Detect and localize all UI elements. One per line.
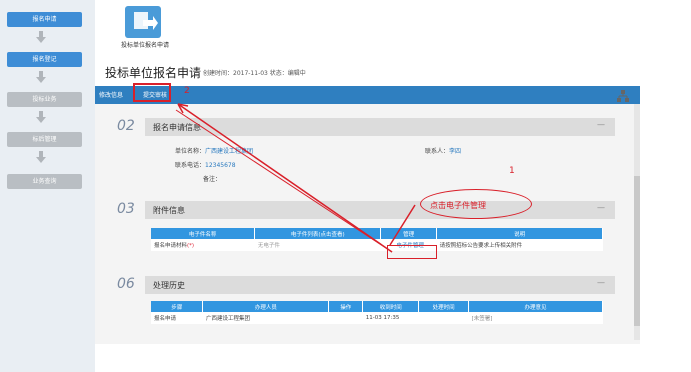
collapse-icon[interactable]: — [597,120,605,129]
section-title: 附件信息 [153,206,185,215]
section-title: 处理历史 [153,281,185,290]
section-number: 03 [117,201,135,217]
arrow-down-icon [36,71,46,83]
column-header: 电子件列表(点击查看) [254,228,382,239]
arrow-down-icon [36,111,46,123]
attachment-description: 请按照招标公告要求上传相关附件 [436,239,603,251]
apply-icon-label: 投标单位报名申请 [121,42,170,49]
step-register[interactable]: 报名登记 [7,52,82,67]
step-query[interactable]: 业务查询 [7,174,82,189]
column-header: 电子件名称 [151,228,256,239]
edit-info-button[interactable]: 修改信息 [99,90,123,99]
collapse-icon[interactable]: — [597,203,605,212]
section-title: 报名申请信息 [153,123,201,132]
attachment-name: 报名申请材料 [154,243,188,249]
history-step: 报名申请 [151,312,203,324]
annotation-number-1: 1 [509,166,515,176]
section-header-history: 处理历史 — [145,276,615,294]
column-header: 管理 [380,228,438,239]
column-header: 说明 [436,228,603,239]
toolbar: 修改信息 提交审核 [95,86,640,104]
step-post-bid[interactable]: 标后管理 [7,132,82,147]
page-title: 投标单位报名申请 [105,66,202,80]
org-chart-icon[interactable] [616,88,630,102]
table-row: 报名申请材料(*) 无电子件 电子件管理 请按照招标公告要求上传相关附件 [151,239,603,251]
annotation-submit-box [133,83,171,102]
history-opinion: [未签署] [468,312,603,324]
step-apply[interactable]: 报名申请 [7,12,82,27]
history-processed-time [418,312,469,324]
section-header-apply: 报名申请信息 — [145,118,615,136]
contact-field: 联系人：李四 [425,148,462,155]
history-operation [328,312,363,324]
required-mark: (*) [187,243,195,249]
arrow-down-icon [36,151,46,163]
column-header: 操作 [328,301,364,312]
main-panel: 投标单位报名申请 投标单位报名申请 创建时间：2017-11-03 状态：编辑中… [95,0,691,372]
history-table: 步骤 办理人员 操作 收到时间 处理时间 办理意见 报名申请 广西建设工程集团 … [151,301,603,324]
column-header: 办理意见 [468,301,603,312]
column-header: 收到时间 [362,301,420,312]
section-header-attachments: 附件信息 — [145,201,615,219]
workflow-sidebar: 报名申请 报名登记 投标业务 标后管理 业务查询 [0,0,95,372]
column-header: 处理时间 [418,301,470,312]
annotation-number-2: 2 [184,86,190,96]
history-received-time: 11-03 17:35 [362,312,419,324]
annotation-manage-box [387,245,437,259]
phone-field: 联系电话：12345678 [175,162,236,169]
annotation-callout-text: 点击电子件管理 [430,201,486,210]
history-person: 广西建设工程集团 [202,312,329,324]
section-number: 02 [117,118,135,134]
table-row: 报名申请 广西建设工程集团 11-03 17:35 [未签署] [151,312,603,324]
column-header: 办理人员 [202,301,330,312]
attachment-list: 无电子件 [254,239,381,251]
step-bidding[interactable]: 投标业务 [7,92,82,107]
collapse-icon[interactable]: — [597,278,605,287]
column-header: 步骤 [151,301,204,312]
scrollbar[interactable] [634,104,640,340]
remark-field: 备注： [203,176,222,183]
unit-name-field: 单位名称：广西建设工程集团 [175,148,254,155]
section-number: 06 [117,276,135,292]
page-meta: 创建时间：2017-11-03 状态：编辑中 [203,70,306,77]
attachments-table: 电子件名称 电子件列表(点击查看) 管理 说明 报名申请材料(*) 无电子件 电… [151,228,603,251]
apply-icon[interactable] [125,6,161,38]
arrow-down-icon [36,31,46,43]
